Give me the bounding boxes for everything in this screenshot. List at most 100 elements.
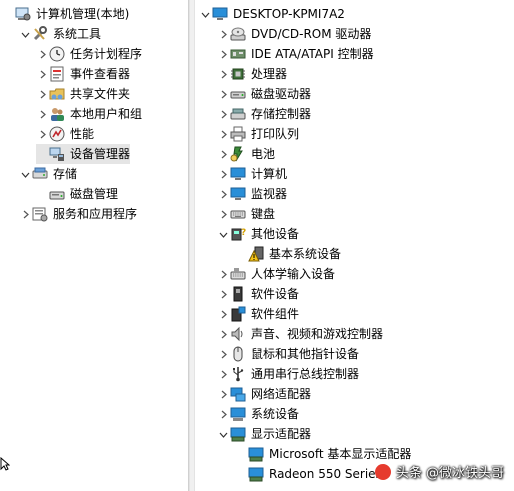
expander[interactable] [36, 64, 49, 84]
tree-node-ms-basic-display[interactable]: Microsoft 基本显示适配器 [235, 444, 411, 464]
tree-node-event-viewer[interactable]: 事件查看器 [36, 64, 130, 84]
expander[interactable] [36, 84, 49, 104]
expander[interactable] [217, 204, 230, 224]
device-tree-pane[interactable]: DESKTOP-KPMI7A2 DVD/CD-ROM 驱动器 IDE ATA/ATA… [195, 0, 514, 491]
tree-node-disk-drives[interactable]: 磁盘驱动器 [217, 84, 311, 104]
tree-node-sound-controllers[interactable]: 声音、视频和游戏控制器 [217, 324, 383, 344]
expander[interactable] [217, 424, 230, 444]
tree-node-display-adapters[interactable]: 显示适配器 [217, 424, 311, 444]
tree-node-ide-controllers[interactable]: IDE ATA/ATAPI 控制器 [217, 44, 374, 64]
tree-node-storage-controllers[interactable]: 存储控制器 [217, 104, 311, 124]
tree-node-label: Radeon 550 Series [269, 467, 382, 481]
tree-node-label: DESKTOP-KPMI7A2 [233, 7, 345, 21]
chevron-right-icon[interactable] [219, 30, 228, 39]
expander[interactable] [217, 44, 230, 64]
chevron-right-icon[interactable] [219, 270, 228, 279]
tree-node-keyboards[interactable]: 键盘 [217, 204, 275, 224]
expander[interactable] [217, 64, 230, 84]
tree-node-storage[interactable]: 存储 [19, 164, 77, 184]
expander[interactable] [19, 164, 32, 184]
tree-node-radeon-550[interactable]: Radeon 550 Series [235, 464, 382, 484]
chevron-right-icon[interactable] [219, 130, 228, 139]
expander[interactable] [199, 4, 212, 24]
tree-node-monitors[interactable]: 监视器 [217, 184, 287, 204]
chevron-right-icon[interactable] [219, 50, 228, 59]
expander[interactable] [217, 404, 230, 424]
tree-node-local-users-groups[interactable]: 本地用户和组 [36, 104, 142, 124]
tree-node-usb-controllers[interactable]: 通用串行总线控制器 [217, 364, 359, 384]
expander[interactable] [217, 384, 230, 404]
chevron-down-icon[interactable] [21, 30, 30, 39]
chevron-down-icon[interactable] [219, 430, 228, 439]
expander[interactable] [217, 364, 230, 384]
expander[interactable] [217, 264, 230, 284]
expander[interactable] [36, 124, 49, 144]
expander[interactable] [217, 324, 230, 344]
chevron-right-icon[interactable] [219, 210, 228, 219]
tree-node-batteries[interactable]: 电池 [217, 144, 275, 164]
tree-node-performance[interactable]: 性能 [36, 124, 94, 144]
chevron-right-icon[interactable] [38, 130, 47, 139]
tree-node-label: 电池 [251, 147, 276, 161]
chevron-right-icon[interactable] [38, 110, 47, 119]
tree-node-disk-management[interactable]: 磁盘管理 [36, 184, 118, 204]
expander[interactable] [217, 224, 230, 244]
chevron-right-icon[interactable] [219, 390, 228, 399]
tree-node-print-queues[interactable]: 打印队列 [217, 124, 299, 144]
chevron-right-icon[interactable] [219, 310, 228, 319]
tree-node-software-devices[interactable]: 软件设备 [217, 284, 299, 304]
expander[interactable] [36, 44, 49, 64]
chevron-down-icon[interactable] [21, 170, 30, 179]
expander[interactable] [217, 304, 230, 324]
expander[interactable] [217, 344, 230, 364]
expander[interactable] [217, 164, 230, 184]
chevron-down-icon[interactable] [201, 10, 210, 19]
tree-node-dvd-drives[interactable]: DVD/CD-ROM 驱动器 [217, 24, 371, 44]
expander[interactable] [217, 284, 230, 304]
tree-node-network-adapters[interactable]: 网络适配器 [217, 384, 311, 404]
expander[interactable] [217, 144, 230, 164]
chevron-right-icon[interactable] [219, 330, 228, 339]
chevron-right-icon[interactable] [219, 370, 228, 379]
tree-node-services-applications[interactable]: 服务和应用程序 [19, 204, 137, 224]
chevron-right-icon[interactable] [21, 210, 30, 219]
chevron-right-icon[interactable] [219, 190, 228, 199]
chevron-right-icon[interactable] [219, 90, 228, 99]
tree-node-mice[interactable]: 鼠标和其他指针设备 [217, 344, 359, 364]
tree-node-software-components[interactable]: 软件组件 [217, 304, 299, 324]
tree-node-hid[interactable]: 人体学输入设备 [217, 264, 335, 284]
tree-node-computer-root[interactable]: DESKTOP-KPMI7A2 [199, 4, 345, 24]
expander[interactable] [217, 24, 230, 44]
tree-node-system-devices[interactable]: 系统设备 [217, 404, 299, 424]
chevron-right-icon[interactable] [219, 410, 228, 419]
console-tree-pane[interactable]: 计算机管理(本地) 系统工具 任务计划程序 事件查看器 共享文件夹 本地用户和组 性能 设备管… [0, 0, 189, 491]
expander[interactable] [36, 104, 49, 124]
chevron-right-icon[interactable] [219, 70, 228, 79]
chevron-right-icon[interactable] [219, 170, 228, 179]
expander[interactable] [19, 204, 32, 224]
expander[interactable] [217, 184, 230, 204]
expander[interactable] [217, 84, 230, 104]
chevron-right-icon[interactable] [219, 110, 228, 119]
tree-node-computer-management-root[interactable]: 计算机管理(本地) [2, 4, 129, 24]
expander[interactable] [19, 24, 32, 44]
expander[interactable] [217, 104, 230, 124]
tree-node-system-tools[interactable]: 系统工具 [19, 24, 101, 44]
chevron-right-icon[interactable] [219, 290, 228, 299]
tree-node-label: 人体学输入设备 [251, 267, 336, 281]
tree-node-device-manager[interactable]: 设备管理器 [36, 144, 131, 164]
tree-node-computer[interactable]: 计算机 [217, 164, 287, 184]
system-tools-icon [32, 26, 48, 42]
tree-node-base-system-device[interactable]: 基本系统设备 [235, 244, 341, 264]
chevron-right-icon[interactable] [38, 90, 47, 99]
expander[interactable] [217, 124, 230, 144]
chevron-right-icon[interactable] [219, 350, 228, 359]
tree-node-processors[interactable]: 处理器 [217, 64, 287, 84]
chevron-right-icon[interactable] [38, 50, 47, 59]
tree-node-shared-folders[interactable]: 共享文件夹 [36, 84, 130, 104]
chevron-right-icon[interactable] [219, 150, 228, 159]
tree-node-task-scheduler[interactable]: 任务计划程序 [36, 44, 142, 64]
chevron-down-icon[interactable] [219, 230, 228, 239]
tree-node-other-devices[interactable]: ? 其他设备 [217, 224, 299, 244]
chevron-right-icon[interactable] [38, 70, 47, 79]
